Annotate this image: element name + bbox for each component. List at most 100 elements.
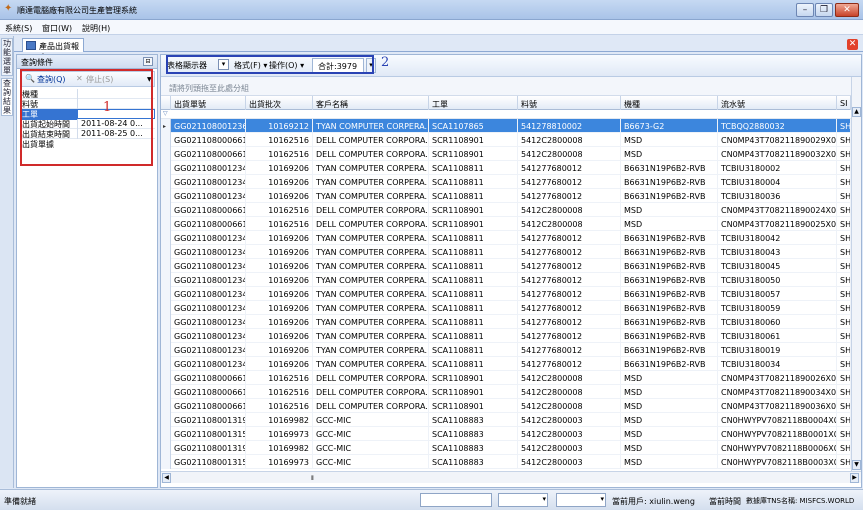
row-indicator[interactable] [161, 455, 171, 469]
table-row[interactable]: GG021108001234 10169206 TYAN COMPUTER CORP… [161, 287, 851, 301]
scroll-right-icon[interactable]: ▶ [850, 473, 859, 483]
cell-work-order[interactable]: SCA1108811 [429, 231, 518, 245]
cell-work-order[interactable]: SCA1108811 [429, 287, 518, 301]
cell-ship-batch[interactable]: 10162516 [246, 133, 313, 147]
cell-part-no[interactable]: 5412C2800008 [518, 371, 621, 385]
current-row-indicator-icon[interactable]: ▸ [161, 119, 171, 133]
row-indicator[interactable] [161, 329, 171, 343]
row-indicator[interactable] [161, 161, 171, 175]
cell-ship-batch[interactable]: 10169982 [246, 441, 313, 455]
cell-customer-name[interactable]: TYAN COMPUTER CORPERA... [313, 231, 429, 245]
cell-ship-no[interactable]: GG021108001315 [171, 427, 246, 441]
cell-work-order[interactable]: SCR1108901 [429, 203, 518, 217]
cell-work-order[interactable]: SCR1108901 [429, 147, 518, 161]
cell-ship-batch[interactable]: 10169212 [246, 119, 313, 133]
cell-ship-no[interactable]: GG021108001234 [171, 343, 246, 357]
cell-serial-no[interactable]: CN0HWYPV7082118B0006X01 [718, 441, 837, 455]
cell-model[interactable]: MSD [621, 413, 718, 427]
cell-si[interactable]: SH [837, 441, 851, 455]
cell-part-no[interactable]: 541277680012 [518, 245, 621, 259]
cell-customer-name[interactable]: DELL COMPUTER CORPORA... [313, 203, 429, 217]
close-window-button[interactable]: ✕ [835, 3, 859, 17]
table-row[interactable]: GG021108001234 10169206 TYAN COMPUTER CORP… [161, 315, 851, 329]
cell-model[interactable]: B6631N19P6B2-RVB [621, 259, 718, 273]
cell-ship-batch[interactable]: 10169206 [246, 315, 313, 329]
cell-ship-batch[interactable]: 10169206 [246, 175, 313, 189]
side-tab-function-menu[interactable]: 功能選單 [1, 38, 13, 76]
cell-model[interactable]: B6631N19P6B2-RVB [621, 245, 718, 259]
table-row[interactable]: GG021108000661 10162516 DELL COMPUTER CORP… [161, 217, 851, 231]
cell-customer-name[interactable]: DELL COMPUTER CORPORA... [313, 147, 429, 161]
cell-serial-no[interactable]: TCBIU3180061 [718, 329, 837, 343]
cell-ship-batch[interactable]: 10169206 [246, 357, 313, 371]
cell-ship-batch[interactable]: 10169206 [246, 259, 313, 273]
cell-ship-no[interactable]: GG021108000661 [171, 217, 246, 231]
pin-icon[interactable]: ⊟ [143, 57, 153, 66]
cell-model[interactable]: MSD [621, 217, 718, 231]
row-indicator[interactable] [161, 203, 171, 217]
close-tab-icon[interactable]: ✕ [847, 39, 858, 50]
table-row[interactable]: GG021108000661 10162516 DELL COMPUTER CORP… [161, 133, 851, 147]
table-row[interactable]: GG021108001315 10169973 GCC-MIC SCA1108883 5… [161, 427, 851, 441]
column-header-part-no[interactable]: 料號 [518, 96, 621, 110]
column-header-ship-no[interactable]: 出貨單號 [171, 96, 246, 110]
tab-product-shipment-report[interactable]: 產品出貨報表 [22, 38, 84, 62]
cell-part-no[interactable]: 541277680012 [518, 175, 621, 189]
cell-serial-no[interactable]: CN0MP43T708211890025X01 [718, 217, 837, 231]
table-row[interactable]: GG021108001234 10169206 TYAN COMPUTER CORP… [161, 301, 851, 315]
cell-customer-name[interactable]: DELL COMPUTER CORPORA... [313, 133, 429, 147]
menu-system[interactable]: 系統(S) [5, 23, 32, 34]
cell-ship-batch[interactable]: 10169206 [246, 273, 313, 287]
cell-ship-no[interactable]: GG021108000661 [171, 399, 246, 413]
cell-customer-name[interactable]: TYAN COMPUTER CORPERA... [313, 259, 429, 273]
cell-work-order[interactable]: SCA1108811 [429, 189, 518, 203]
row-indicator[interactable] [161, 343, 171, 357]
cell-serial-no[interactable]: TCBIU3180034 [718, 357, 837, 371]
row-indicator[interactable] [161, 245, 171, 259]
cell-customer-name[interactable]: GCC-MIC [313, 427, 429, 441]
cell-ship-batch[interactable]: 10169982 [246, 413, 313, 427]
cell-serial-no[interactable]: CN0HWYPV7082118B0001X01 [718, 427, 837, 441]
row-indicator[interactable] [161, 301, 171, 315]
cell-si[interactable]: SH [837, 133, 851, 147]
cell-ship-batch[interactable]: 10169206 [246, 329, 313, 343]
table-row[interactable]: ▸ GG021108001236 10169212 TYAN COMPUTER COR… [161, 119, 851, 133]
cell-si[interactable]: SH [837, 189, 851, 203]
cell-serial-no[interactable]: CN0MP43T708211890026X01 [718, 371, 837, 385]
cell-ship-no[interactable]: GG021108001315 [171, 455, 246, 469]
column-header-customer-name[interactable]: 客戶名稱 [313, 96, 429, 110]
cell-model[interactable]: MSD [621, 133, 718, 147]
cell-ship-no[interactable]: GG021108001234 [171, 315, 246, 329]
cell-part-no[interactable]: 5412C2800003 [518, 455, 621, 469]
cell-work-order[interactable]: SCR1108901 [429, 371, 518, 385]
cell-part-no[interactable]: 541277680012 [518, 329, 621, 343]
table-row[interactable]: GG021108001319 10169982 GCC-MIC SCA1108883 5… [161, 413, 851, 427]
cell-customer-name[interactable]: DELL COMPUTER CORPORA... [313, 385, 429, 399]
cell-si[interactable]: SH [837, 175, 851, 189]
cell-si[interactable]: SH [837, 161, 851, 175]
cell-ship-batch[interactable]: 10169206 [246, 161, 313, 175]
cell-work-order[interactable]: SCA1108811 [429, 343, 518, 357]
cell-si[interactable]: SH [837, 217, 851, 231]
cell-ship-batch[interactable]: 10169206 [246, 287, 313, 301]
row-indicator[interactable] [161, 175, 171, 189]
cell-model[interactable]: MSD [621, 441, 718, 455]
cell-serial-no[interactable]: TCBIU3180004 [718, 175, 837, 189]
table-row[interactable]: GG021108001234 10169206 TYAN COMPUTER CORP… [161, 245, 851, 259]
row-indicator[interactable] [161, 427, 171, 441]
cell-work-order[interactable]: SCA1108811 [429, 357, 518, 371]
cell-part-no[interactable]: 5412C2800008 [518, 203, 621, 217]
cell-ship-batch[interactable]: 10162516 [246, 217, 313, 231]
cell-work-order[interactable]: SCA1108883 [429, 427, 518, 441]
cell-model[interactable]: MSD [621, 203, 718, 217]
column-header-ship-batch[interactable]: 出貨批次 [246, 96, 313, 110]
cell-ship-batch[interactable]: 10169206 [246, 189, 313, 203]
cell-customer-name[interactable]: TYAN COMPUTER CORPERA... [313, 273, 429, 287]
cell-customer-name[interactable]: TYAN COMPUTER CORPERA... [313, 245, 429, 259]
cell-ship-no[interactable]: GG021108001319 [171, 413, 246, 427]
table-row[interactable]: GG021108000661 10162516 DELL COMPUTER CORP… [161, 371, 851, 385]
table-row[interactable]: GG021108001234 10169206 TYAN COMPUTER CORP… [161, 259, 851, 273]
cell-model[interactable]: B6631N19P6B2-RVB [621, 315, 718, 329]
cell-work-order[interactable]: SCA1108811 [429, 273, 518, 287]
cell-customer-name[interactable]: DELL COMPUTER CORPORA... [313, 217, 429, 231]
